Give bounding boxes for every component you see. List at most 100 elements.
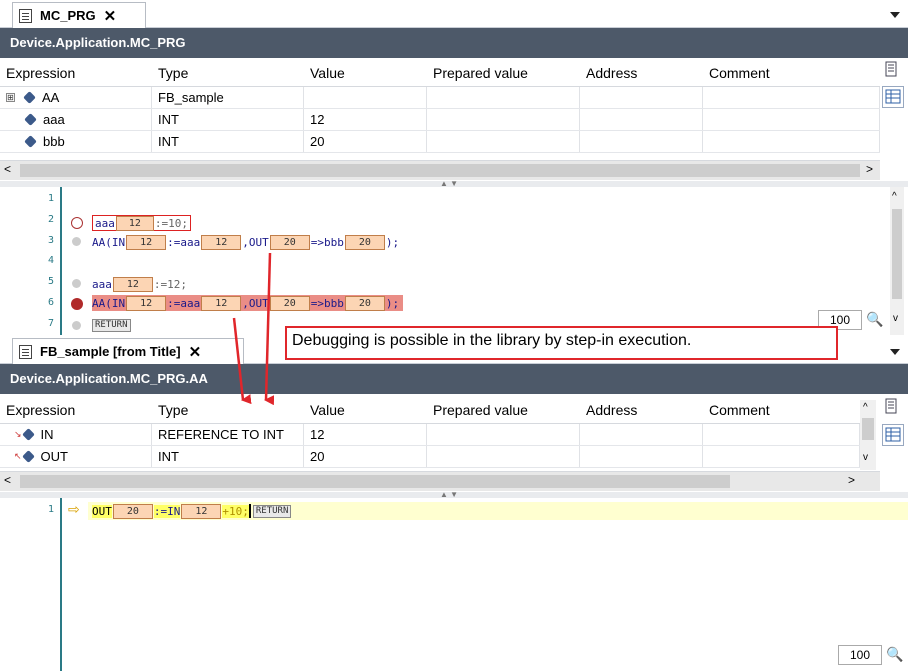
monitor-value[interactable]: 20	[112, 503, 153, 519]
scroll-right-icon[interactable]: >	[848, 473, 855, 487]
expand-icon[interactable]: ⊞	[6, 93, 15, 102]
col-type[interactable]: Type	[152, 396, 304, 423]
breakpoint-slot-icon[interactable]	[72, 237, 81, 246]
monitor-value[interactable]: 12	[115, 215, 154, 231]
code-token: =>bbb	[310, 296, 344, 310]
line-number: 6	[47, 297, 54, 308]
code-token: AA(IN	[92, 235, 126, 249]
col-prepared-value[interactable]: Prepared value	[427, 396, 580, 423]
tab-fb-sample[interactable]: FB_sample [from Title] ✕	[12, 338, 244, 364]
scroll-thumb[interactable]	[862, 418, 874, 440]
instance-path-bar: Device.Application.MC_PRG	[0, 28, 908, 58]
code-token: OUT	[92, 504, 112, 518]
scroll-left-icon[interactable]: <	[4, 473, 11, 487]
code-token: :=10;	[154, 216, 188, 230]
col-comment[interactable]: Comment	[703, 59, 880, 86]
line-number: 2	[47, 214, 54, 225]
line-number: 1	[47, 193, 54, 204]
type-cell: INT	[152, 131, 304, 152]
address-cell	[580, 446, 703, 467]
table-row[interactable]: ⊞ AA FB_sample	[0, 87, 880, 109]
close-icon[interactable]: ✕	[104, 7, 117, 25]
col-type[interactable]: Type	[152, 59, 304, 86]
address-cell	[580, 87, 703, 108]
watch-list-icon[interactable]	[882, 397, 904, 419]
breakpoint-empty-icon[interactable]	[71, 217, 83, 229]
scroll-up-icon[interactable]: ^	[863, 402, 868, 413]
return-badge: RETURN	[252, 504, 292, 518]
watch-list-icon[interactable]	[882, 60, 904, 82]
zoom-icon[interactable]: 🔍	[866, 311, 883, 328]
scroll-thumb[interactable]	[892, 209, 902, 299]
prepared-value-cell[interactable]	[427, 131, 580, 152]
prepared-value-cell[interactable]	[427, 109, 580, 130]
monitor-value[interactable]: 12	[201, 295, 242, 311]
monitor-value[interactable]: 20	[269, 234, 310, 250]
col-value[interactable]: Value	[304, 59, 427, 86]
scroll-left-icon[interactable]: <	[4, 162, 11, 176]
monitor-value[interactable]: 12	[126, 234, 167, 250]
monitor-value[interactable]: 12	[181, 503, 222, 519]
monitor-value[interactable]: 12	[201, 234, 242, 250]
table-row[interactable]: aaa INT 12	[0, 109, 880, 131]
value-cell: 12	[304, 424, 427, 445]
scroll-down-icon[interactable]: v	[863, 452, 868, 463]
expression-cell: IN	[40, 427, 54, 442]
top-watch-table: Expression Type Value Prepared value Add…	[0, 59, 880, 153]
table-row[interactable]: ↖ OUT INT 20	[0, 446, 860, 468]
breakpoint-slot-icon[interactable]	[72, 279, 81, 288]
col-value[interactable]: Value	[304, 396, 427, 423]
top-tabstrip: MC_PRG ✕	[0, 0, 908, 28]
table-header: Expression Type Value Prepared value Add…	[0, 396, 860, 424]
close-icon[interactable]: ✕	[189, 343, 202, 361]
tab-mc-prg[interactable]: MC_PRG ✕	[12, 2, 146, 28]
expression-cell: bbb	[43, 134, 65, 149]
table-view-icon[interactable]	[882, 86, 904, 108]
horizontal-scrollbar[interactable]: < >	[0, 471, 880, 491]
tab-list-dropdown-icon[interactable]	[890, 349, 900, 355]
monitor-value[interactable]: 20	[344, 234, 385, 250]
monitor-value[interactable]: 20	[269, 295, 310, 311]
zoom-icon[interactable]: 🔍	[886, 646, 903, 663]
zoom-level[interactable]: 100	[838, 645, 882, 665]
comment-cell	[703, 424, 860, 445]
col-expression[interactable]: Expression	[0, 59, 152, 86]
comment-cell	[703, 87, 880, 108]
monitor-value[interactable]: 12	[112, 276, 153, 292]
value-cell: 20	[304, 446, 427, 467]
breakpoint-slot-icon[interactable]	[72, 321, 81, 330]
prepared-value-cell[interactable]	[427, 446, 580, 467]
code-token: =>bbb	[310, 235, 344, 249]
scroll-up-icon[interactable]: ^	[892, 191, 897, 202]
line-number: 4	[47, 255, 54, 266]
horizontal-scrollbar[interactable]: < >	[0, 160, 880, 180]
top-code-editor[interactable]: 1 2 3 4 5 6 7 aaa 12 :=10; AA(IN 12 :=aa…	[0, 187, 908, 335]
comment-cell	[703, 446, 860, 467]
code-token: +10;	[222, 504, 249, 518]
monitor-value[interactable]: 12	[126, 295, 167, 311]
scroll-thumb[interactable]	[20, 164, 860, 177]
monitor-value[interactable]: 20	[344, 295, 385, 311]
col-address[interactable]: Address	[580, 396, 703, 423]
vertical-scrollbar[interactable]: ^ v	[860, 400, 876, 470]
table-row[interactable]: ↘ IN REFERENCE TO INT 12	[0, 424, 860, 446]
col-expression[interactable]: Expression	[0, 396, 152, 423]
code-token: aaa	[92, 277, 112, 291]
breakpoint-active-icon[interactable]	[71, 298, 83, 310]
table-row[interactable]: bbb INT 20	[0, 131, 880, 153]
tab-list-dropdown-icon[interactable]	[890, 12, 900, 18]
prepared-value-cell[interactable]	[427, 424, 580, 445]
line-number: 3	[47, 235, 54, 246]
code-token: :=IN	[153, 504, 181, 518]
scroll-down-icon[interactable]: v	[893, 313, 898, 324]
col-address[interactable]: Address	[580, 59, 703, 86]
scroll-right-icon[interactable]: >	[866, 162, 873, 176]
scroll-thumb[interactable]	[20, 475, 730, 488]
col-comment[interactable]: Comment	[703, 396, 860, 423]
bottom-code-editor[interactable]: 1 ⇨ OUT 20 :=IN 12 +10; RETURN 100 🔍	[0, 498, 908, 671]
table-view-icon[interactable]	[882, 424, 904, 446]
variable-icon	[23, 91, 36, 104]
col-prepared-value[interactable]: Prepared value	[427, 59, 580, 86]
prepared-value-cell[interactable]	[427, 87, 580, 108]
table-header: Expression Type Value Prepared value Add…	[0, 59, 880, 87]
